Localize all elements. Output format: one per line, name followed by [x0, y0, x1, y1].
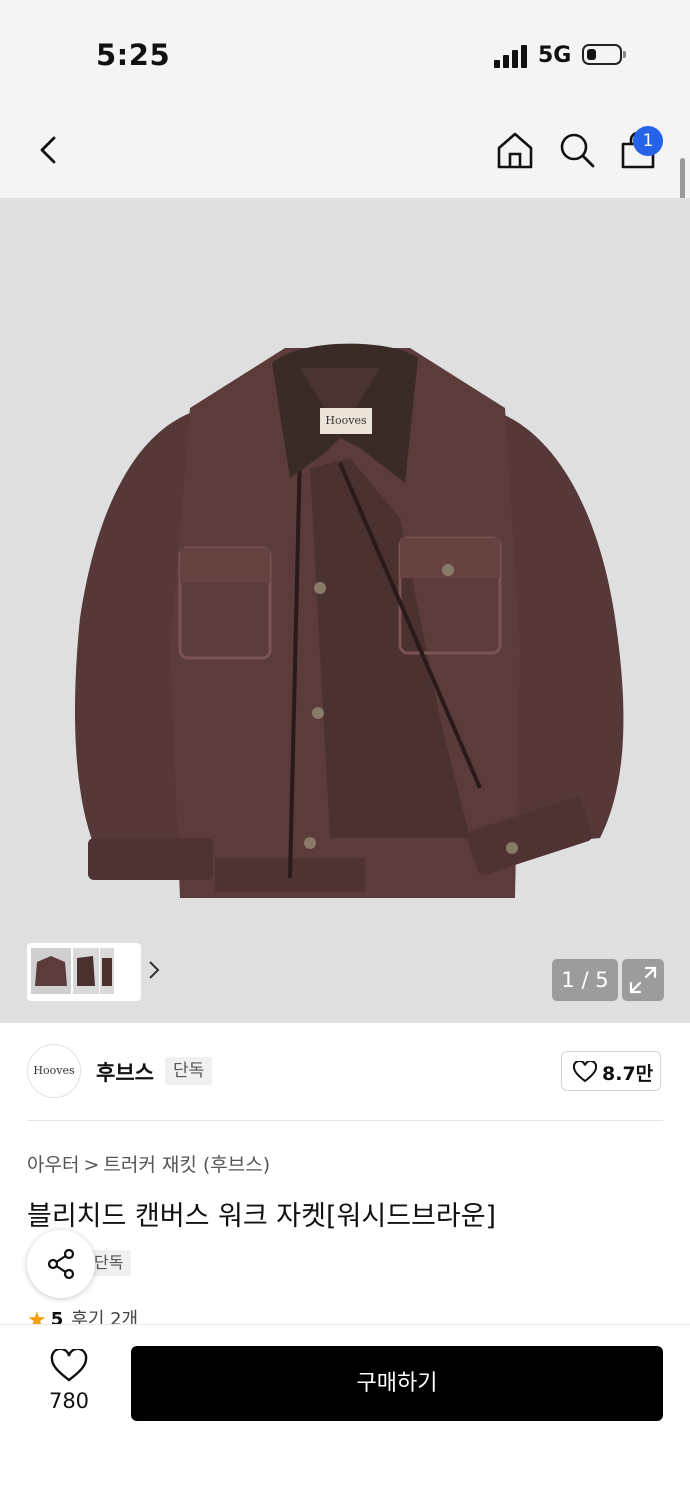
jacket-label-text: Hooves [325, 414, 367, 427]
product-image[interactable]: Hooves [0, 198, 690, 1023]
chevron-right-icon[interactable] [147, 959, 161, 981]
thumbnail-2[interactable] [73, 948, 99, 994]
share-button[interactable] [27, 1230, 95, 1298]
thumbnail-strip[interactable] [27, 943, 160, 1001]
chevron-left-icon [40, 136, 56, 164]
status-time: 5:25 [96, 38, 171, 72]
heart-icon [50, 1349, 88, 1382]
jacket-image [75, 343, 624, 898]
heart-icon [573, 1061, 597, 1083]
jacket-thumbnail [77, 956, 95, 986]
brand-exclusive-badge: 단독 [165, 1057, 213, 1085]
buy-button[interactable]: 구매하기 [131, 1346, 663, 1421]
brand-like-count: 8.7만 [602, 1063, 654, 1085]
status-bar: 5:25 5G [0, 0, 690, 100]
brand-like-button[interactable]: 8.7만 [561, 1051, 661, 1091]
back-button[interactable] [30, 130, 70, 170]
battery-icon [582, 44, 626, 65]
search-button[interactable] [557, 130, 597, 170]
jacket-thumbnail [102, 958, 112, 986]
thumbnail-1[interactable] [31, 948, 71, 994]
network-type: 5G [538, 43, 572, 68]
share-icon [47, 1248, 75, 1280]
home-icon [497, 132, 533, 169]
brand-logo[interactable]: Hooves [27, 1044, 81, 1098]
product-title: 블리치드 캔버스 워크 자켓[워시드브라운] [27, 1201, 497, 1232]
signal-icon [494, 44, 530, 68]
home-button[interactable] [495, 130, 535, 170]
expand-icon [629, 966, 657, 994]
jacket-thumbnail [35, 956, 67, 986]
brand-name[interactable]: 후브스 [96, 1057, 154, 1087]
cart-count-badge: 1 [633, 126, 663, 156]
thumbnail-3[interactable] [100, 948, 114, 994]
top-nav-bar [0, 100, 690, 198]
wishlist-button[interactable]: 780 [30, 1345, 108, 1425]
breadcrumb-separator: > [83, 1154, 100, 1176]
brand-row: Hooves 후브스 단독 8.7만 [0, 1023, 690, 1121]
bottom-action-bar: 780 구매하기 [0, 1324, 690, 1501]
search-icon [560, 133, 595, 168]
divider [27, 1120, 663, 1121]
image-page-indicator: 1 / 5 [552, 959, 618, 1001]
breadcrumb: 아우터 > 트러커 재킷 (후브스) [27, 1150, 270, 1177]
breadcrumb-category[interactable]: 아우터 [27, 1154, 79, 1176]
wishlist-count: 780 [48, 1389, 90, 1413]
breadcrumb-subcategory[interactable]: 트러커 재킷 (후브스) [103, 1154, 270, 1176]
expand-button[interactable] [622, 959, 664, 1001]
